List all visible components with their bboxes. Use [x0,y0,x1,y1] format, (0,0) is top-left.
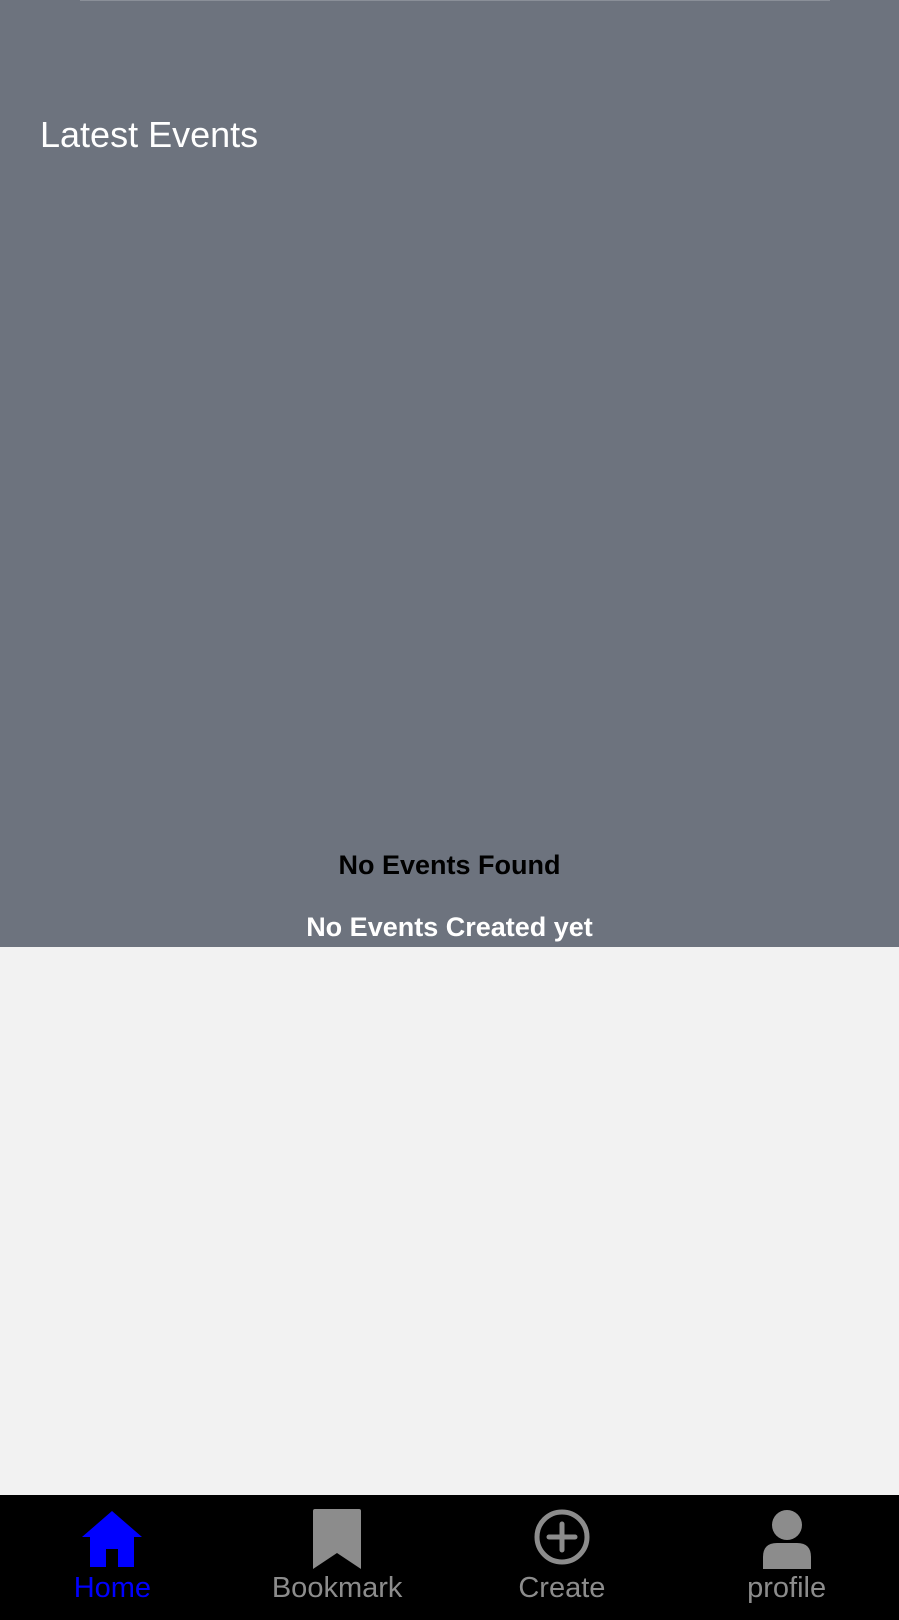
user-icon [755,1507,819,1571]
empty-state-subtitle: No Events Created yet [306,912,593,942]
nav-item-create[interactable]: Create [450,1495,675,1620]
nav-label-create: Create [518,1572,606,1604]
plus-circle-icon [530,1507,594,1571]
nav-label-bookmark: Bookmark [271,1572,403,1604]
nav-item-home[interactable]: Home [0,1495,225,1620]
nav-item-bookmark[interactable]: Bookmark [225,1495,450,1620]
top-divider [80,0,830,1]
bottom-navigation: Home Bookmark Create profile [0,1495,899,1620]
events-panel: Latest Events No Events Found No Events … [0,0,899,947]
empty-state-title: No Events Found [338,850,561,880]
nav-label-profile: profile [747,1572,827,1604]
nav-item-profile[interactable]: profile [674,1495,899,1620]
section-title: Latest Events [40,114,259,155]
home-icon [80,1507,144,1571]
content-area [0,947,899,1495]
bookmark-icon [305,1507,369,1571]
nav-label-home: Home [73,1572,152,1604]
